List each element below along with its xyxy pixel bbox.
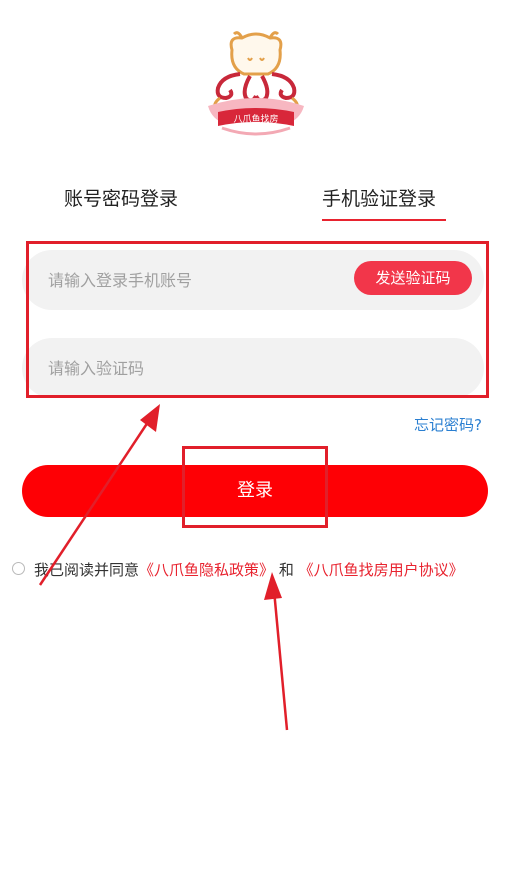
agreement-row: 我已阅读并同意《八爪鱼隐私政策》 和 《八爪鱼找房用户协议》 <box>12 559 508 581</box>
arrow-to-login-icon <box>264 572 289 731</box>
code-field <box>22 338 484 398</box>
verification-code-input[interactable] <box>48 338 458 398</box>
logo-banner-text: 八爪鱼找房 <box>233 115 279 125</box>
tab-password-login[interactable]: 账号密码登录 <box>64 182 178 216</box>
login-screen: 八爪鱼找房 账号密码登录 手机验证登录 发送验证码 忘记密码? 登录 我已阅读并… <box>0 0 512 896</box>
user-agreement-link[interactable]: 《八爪鱼找房用户协议》 <box>299 561 464 579</box>
agreement-prefix: 我已阅读并同意 <box>34 561 140 579</box>
app-logo: 八爪鱼找房 <box>202 28 310 140</box>
agreement-conjunction: 和 <box>278 561 294 579</box>
agreement-checkbox[interactable] <box>12 562 25 575</box>
phone-input[interactable] <box>48 250 348 310</box>
agreement-text: 我已阅读并同意《八爪鱼隐私政策》 和 《八爪鱼找房用户协议》 <box>34 559 464 581</box>
login-button[interactable]: 登录 <box>22 465 488 517</box>
active-tab-underline <box>322 219 446 221</box>
tab-sms-login[interactable]: 手机验证登录 <box>322 182 436 216</box>
privacy-policy-link[interactable]: 《八爪鱼隐私政策》 <box>139 561 274 579</box>
send-code-button[interactable]: 发送验证码 <box>354 261 472 295</box>
forgot-password-link[interactable]: 忘记密码? <box>414 414 482 435</box>
phone-field: 发送验证码 <box>22 250 484 310</box>
